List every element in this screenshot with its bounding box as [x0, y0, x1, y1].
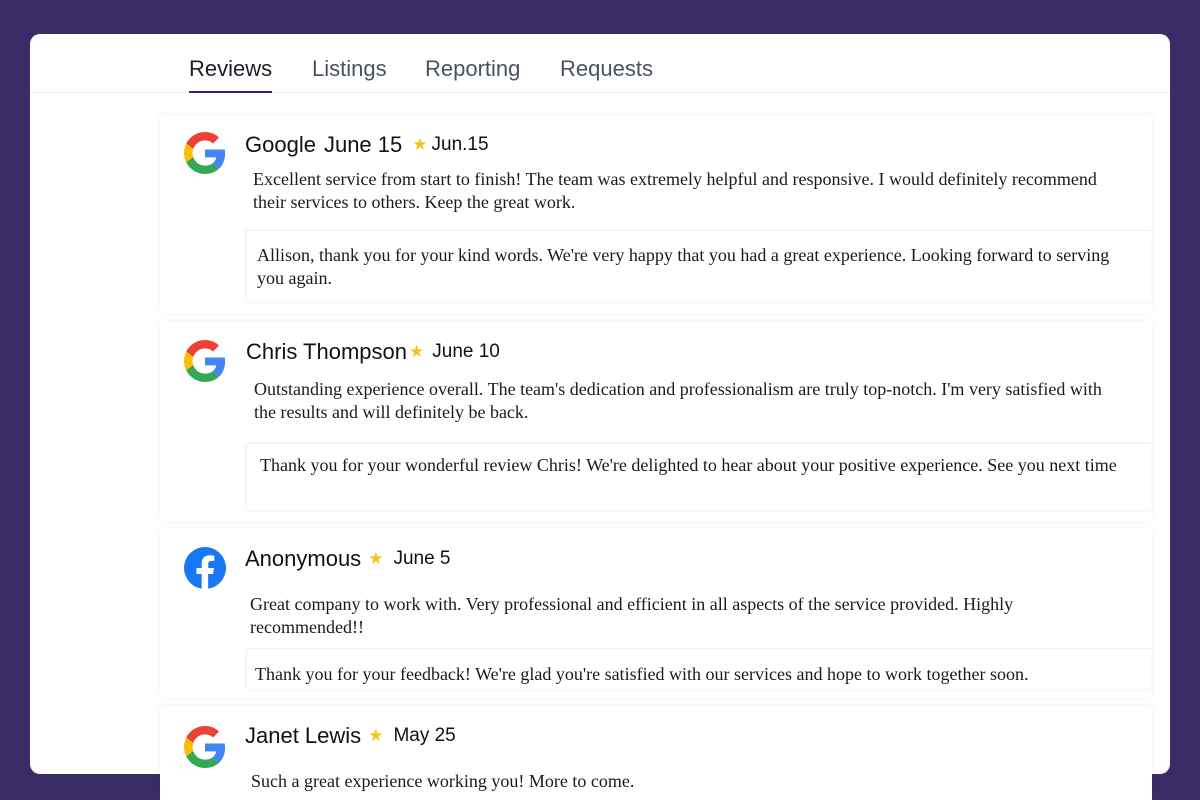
google-icon	[184, 132, 226, 174]
reviewer-name: Anonymous	[245, 546, 362, 571]
reply-text: Allison, thank you for your kind words. …	[257, 245, 1110, 288]
reply-text: Thank you for your wonderful review Chri…	[260, 455, 1117, 475]
review-header: Google June 15 ★ Jun.15	[245, 132, 489, 158]
tab-bar: Reviews Listings Reporting Requests	[30, 34, 1170, 93]
star-icon: ★	[368, 549, 384, 568]
review-text: Such a great experience working you! Mor…	[251, 771, 635, 791]
review-date: May 25	[393, 725, 456, 746]
review-text: Great company to work with. Very profess…	[250, 594, 1014, 637]
google-icon	[184, 726, 226, 768]
review-header: Chris Thompson ★ June 10	[246, 339, 500, 365]
star-icon: ★	[368, 726, 384, 745]
reply-box: Thank you for your feedback! We're glad …	[246, 648, 1151, 689]
review-card: Google June 15 ★ Jun.15 Excellent servic…	[160, 116, 1152, 314]
star-icon: ★	[409, 342, 425, 361]
facebook-icon	[184, 547, 226, 589]
tab-requests[interactable]: Requests	[560, 56, 653, 82]
reply-box: Thank you for your wonderful review Chri…	[246, 443, 1151, 510]
review-text: Outstanding experience overall. The team…	[254, 379, 1102, 422]
review-date: Jun.15	[431, 134, 489, 155]
review-card: Janet Lewis ★ May 25 Such a great experi…	[160, 706, 1152, 800]
tab-listings[interactable]: Listings	[312, 56, 387, 82]
google-icon	[184, 340, 226, 382]
review-card: Anonymous ★ June 5 Great company to work…	[160, 528, 1152, 698]
review-header: Janet Lewis ★ May 25	[245, 723, 456, 749]
reviewer-name: Chris Thompson	[246, 339, 407, 364]
review-date-primary: June 15	[323, 132, 403, 157]
star-icon: ★	[412, 135, 428, 154]
review-date: June 5	[393, 548, 451, 569]
reviewer-name: Janet Lewis	[245, 723, 362, 748]
tab-reviews[interactable]: Reviews	[189, 56, 273, 93]
review-text: Excellent service from start to finish! …	[253, 169, 1097, 212]
reply-box: Allison, thank you for your kind words. …	[246, 230, 1151, 301]
review-date: June 10	[432, 341, 500, 362]
reply-text: Thank you for your feedback! We're glad …	[255, 664, 1029, 684]
reviewer-name: Google	[245, 132, 316, 157]
review-card: Chris Thompson ★ June 10 Outstanding exp…	[160, 321, 1152, 521]
tab-reporting[interactable]: Reporting	[425, 56, 520, 82]
review-header: Anonymous ★ June 5	[245, 546, 450, 572]
